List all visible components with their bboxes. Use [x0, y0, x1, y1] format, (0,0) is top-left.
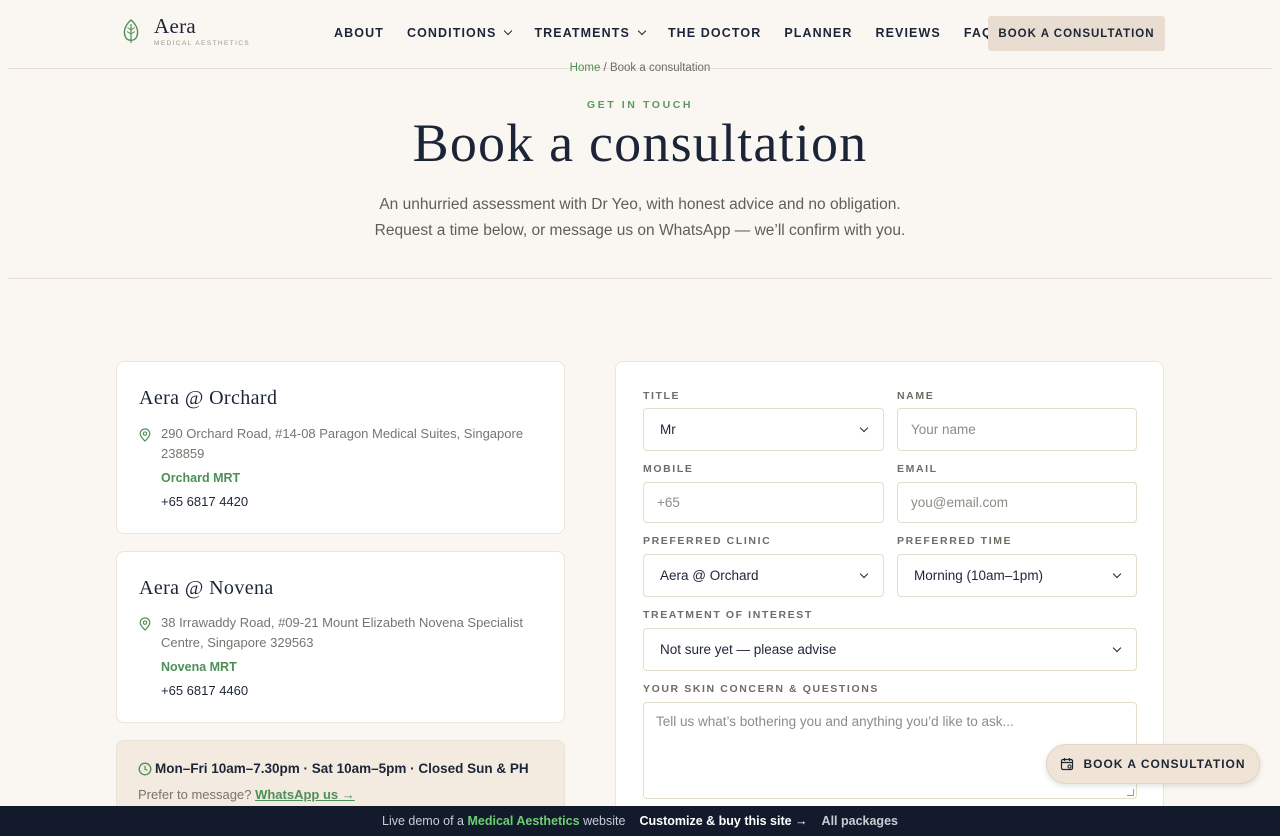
- logo-tagline: MEDICAL AESTHETICS: [154, 40, 251, 47]
- name-input[interactable]: Your name: [897, 408, 1137, 451]
- nav-label: REVIEWS: [875, 26, 941, 40]
- page-title: Book a consultation: [412, 113, 868, 173]
- mobile-label: MOBILE: [643, 463, 694, 475]
- hero-subtitle-line: Request a time below, or message us on W…: [374, 222, 906, 239]
- nav-label: THE DOCTOR: [667, 26, 762, 40]
- clinic-mrt: Orchard MRT: [161, 471, 241, 485]
- nav-label: ABOUT: [334, 26, 384, 40]
- map-pin-icon: [139, 617, 151, 631]
- preferred-clinic-label: PREFERRED CLINIC: [643, 535, 772, 547]
- main-nav: ABOUT CONDITIONS TREATMENTS THE DOCTOR P…: [334, 26, 1016, 40]
- clinic-phone[interactable]: +65 6817 4420: [161, 494, 248, 509]
- logo[interactable]: Aera MEDICAL AESTHETICS: [120, 14, 250, 47]
- clinic-address: 38 Irrawaddy Road, #09-21 Mount Elizabet…: [161, 615, 524, 650]
- treatment-value: Not sure yet — please advise: [660, 642, 837, 657]
- map-pin-icon: [139, 428, 151, 442]
- demo-bar: Live demo of a Medical Aesthetics websit…: [0, 806, 1280, 836]
- skin-concern-placeholder: Tell us what’s bothering you and anythin…: [656, 714, 1014, 729]
- clinic-name: Aera @ Novena: [139, 577, 274, 599]
- breadcrumb-current: Book a consultation: [609, 62, 711, 74]
- chevron-down-icon: [504, 26, 513, 36]
- nav-label: CONDITIONS: [406, 26, 497, 40]
- chevron-down-icon: [1112, 643, 1122, 652]
- demo-suffix: website: [583, 814, 626, 828]
- calendar-icon: [1061, 758, 1074, 771]
- resize-handle-icon[interactable]: [1127, 789, 1134, 796]
- whatsapp-link[interactable]: WhatsApp us →: [255, 787, 355, 802]
- nav-label: TREATMENTS: [534, 26, 630, 40]
- title-select[interactable]: Mr: [643, 408, 884, 451]
- name-label: NAME: [897, 390, 935, 402]
- treatment-select[interactable]: Not sure yet — please advise: [643, 628, 1137, 671]
- breadcrumb-separator: /: [600, 62, 610, 74]
- email-input[interactable]: you@email.com: [897, 482, 1137, 523]
- preferred-time-select[interactable]: Morning (10am–1pm): [897, 554, 1137, 597]
- hero-subtitle: An unhurried assessment with Dr Yeo, wit…: [340, 192, 940, 244]
- preferred-clinic-value: Aera @ Orchard: [660, 568, 759, 583]
- clinic-address: 290 Orchard Road, #14-08 Paragon Medical…: [161, 426, 524, 461]
- hero-divider: [8, 278, 1272, 279]
- hero-eyebrow: GET IN TOUCH: [586, 99, 694, 111]
- clinic-phone[interactable]: +65 6817 4460: [161, 683, 248, 698]
- nav-conditions[interactable]: CONDITIONS: [406, 26, 513, 40]
- demo-highlight: Medical Aesthetics: [467, 814, 580, 828]
- customize-link[interactable]: Customize & buy this site →: [639, 814, 807, 828]
- nav-treatments[interactable]: TREATMENTS: [534, 26, 647, 40]
- message-prompt: Prefer to message? WhatsApp us →: [138, 787, 355, 802]
- preferred-time-label: PREFERRED TIME: [897, 535, 1013, 547]
- breadcrumb: Home / Book a consultation: [0, 62, 1280, 74]
- logo-name: Aera: [154, 14, 197, 38]
- nav-reviews[interactable]: REVIEWS: [875, 26, 940, 40]
- clinic-card-novena: Aera @ Novena 38 Irrawaddy Road, #09-21 …: [116, 551, 565, 723]
- preferred-time-value: Morning (10am–1pm): [914, 568, 1044, 583]
- nav-label: PLANNER: [784, 26, 853, 40]
- message-prefix: Prefer to message?: [138, 787, 252, 802]
- preferred-clinic-select[interactable]: Aera @ Orchard: [643, 554, 884, 597]
- hero-subtitle-line: An unhurried assessment with Dr Yeo, wit…: [379, 196, 901, 213]
- chevron-down-icon: [859, 423, 869, 432]
- skin-concern-label: YOUR SKIN CONCERN & QUESTIONS: [643, 683, 879, 695]
- floating-book-button[interactable]: BOOK A CONSULTATION: [1046, 744, 1260, 784]
- nav-about[interactable]: ABOUT: [334, 26, 384, 40]
- chevron-down-icon: [1112, 569, 1122, 578]
- clock-icon: [138, 762, 152, 776]
- demo-prefix: Live demo of a: [382, 814, 464, 828]
- all-packages-link[interactable]: All packages: [822, 814, 898, 828]
- clinic-name: Aera @ Orchard: [139, 387, 278, 409]
- breadcrumb-home-link[interactable]: Home: [570, 62, 601, 74]
- book-consultation-button[interactable]: BOOK A CONSULTATION: [988, 16, 1165, 51]
- floating-book-label: BOOK A CONSULTATION: [1083, 757, 1246, 771]
- clinic-card-orchard: Aera @ Orchard 290 Orchard Road, #14-08 …: [116, 361, 565, 534]
- email-label: EMAIL: [897, 463, 938, 475]
- title-select-value: Mr: [660, 422, 676, 437]
- clinic-mrt: Novena MRT: [161, 660, 237, 674]
- chevron-down-icon: [637, 26, 647, 36]
- chevron-down-icon: [859, 569, 869, 578]
- mobile-input[interactable]: +65: [643, 482, 884, 523]
- treatment-label: TREATMENT OF INTEREST: [643, 609, 813, 621]
- opening-hours: Mon–Fri 10am–7.30pm · Sat 10am–5pm · Clo…: [155, 761, 529, 776]
- nav-the-doctor[interactable]: THE DOCTOR: [668, 26, 761, 40]
- title-label: TITLE: [643, 390, 681, 402]
- nav-planner[interactable]: PLANNER: [784, 26, 852, 40]
- site-header: Aera MEDICAL AESTHETICS ABOUT CONDITIONS…: [0, 0, 1280, 68]
- leaf-logo-icon: [123, 19, 139, 43]
